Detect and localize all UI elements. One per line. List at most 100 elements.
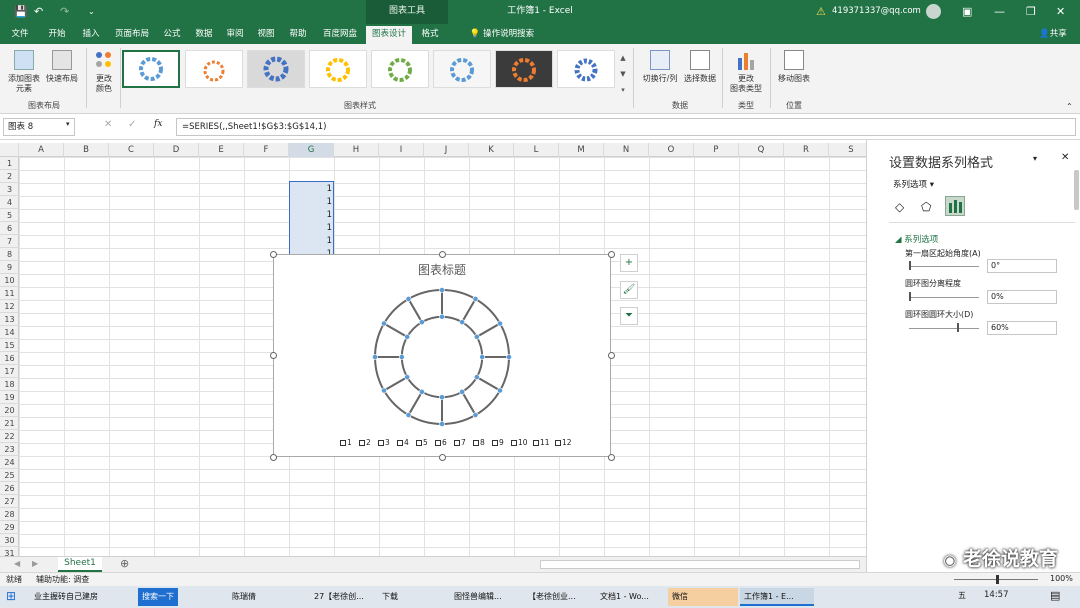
quick-layout-icon[interactable] — [52, 50, 72, 70]
selection-point-outer-12[interactable] — [405, 296, 412, 302]
selection-point-inner-10[interactable] — [398, 354, 405, 360]
cell-g6[interactable]: 1 — [289, 222, 332, 235]
row-header-3[interactable]: 3 — [0, 183, 19, 196]
chart-resize-handle[interactable] — [608, 352, 615, 359]
row-header-26[interactable]: 26 — [0, 482, 19, 495]
selection-point-outer-2[interactable] — [472, 296, 479, 302]
row-header-29[interactable]: 29 — [0, 521, 19, 534]
cell-g4[interactable]: 1 — [289, 196, 332, 209]
quick-layout-button[interactable]: 快速布局 — [40, 74, 84, 84]
row-header-12[interactable]: 12 — [0, 300, 19, 313]
column-header-p[interactable]: P — [694, 143, 739, 157]
tab-review[interactable]: 审阅 — [220, 24, 250, 44]
select-data-button[interactable]: 选择数据 — [680, 74, 720, 84]
selection-point-outer-9[interactable] — [381, 387, 387, 394]
row-header-7[interactable]: 7 — [0, 235, 19, 248]
task-word-1[interactable]: 【老徐创业... — [524, 588, 594, 606]
legend-entry-11[interactable]: 11 — [533, 437, 550, 449]
next-sheet-icon[interactable]: ▶ — [32, 559, 38, 568]
selection-point-outer-5[interactable] — [497, 387, 503, 394]
legend-entry-10[interactable]: 10 — [511, 437, 528, 449]
row-header-10[interactable]: 10 — [0, 274, 19, 287]
task-downloads[interactable]: 下载 — [378, 588, 448, 606]
share-button[interactable]: 👤共享 — [1030, 24, 1076, 44]
chart-resize-handle[interactable] — [608, 454, 615, 461]
start-icon[interactable]: ⊞ — [6, 589, 16, 603]
legend-entry-4[interactable]: 4 — [397, 437, 409, 449]
chart-style-2[interactable] — [185, 50, 243, 88]
ribbon-display-icon[interactable]: ▣ — [962, 5, 972, 19]
name-box[interactable]: 图表 8 — [3, 118, 75, 136]
cancel-icon[interactable]: ✕ — [104, 119, 112, 130]
row-header-28[interactable]: 28 — [0, 508, 19, 521]
column-header-r[interactable]: R — [784, 143, 829, 157]
selection-point-inner-7[interactable] — [439, 394, 445, 401]
task-search[interactable]: 搜索一下 — [138, 588, 178, 606]
selection-point-outer-1[interactable] — [439, 287, 445, 293]
selection-point-inner-8[interactable] — [418, 388, 425, 395]
switch-row-column-button[interactable]: 切换行/列 — [638, 74, 682, 84]
legend-entry-3[interactable]: 3 — [378, 437, 390, 449]
task-excel[interactable]: 工作簿1 - E... — [740, 588, 814, 606]
zoom-level[interactable]: 100% — [1050, 574, 1073, 583]
start-angle-thumb[interactable] — [909, 261, 911, 270]
tab-data[interactable]: 数据 — [188, 24, 220, 44]
task-wechat[interactable]: 微信 — [668, 588, 738, 606]
chart-resize-handle[interactable] — [608, 251, 615, 258]
series-options-dropdown[interactable]: 系列选项 ▾ — [893, 178, 934, 190]
switch-row-column-icon[interactable] — [650, 50, 670, 70]
zoom-slider-thumb[interactable] — [996, 575, 999, 584]
chart-style-1[interactable] — [122, 50, 180, 88]
legend-entry-2[interactable]: 2 — [359, 437, 371, 449]
column-header-e[interactable]: E — [199, 143, 244, 157]
undo-icon[interactable]: ↶ — [34, 5, 43, 19]
chart-style-7[interactable] — [495, 50, 553, 88]
selection-point-inner-1[interactable] — [439, 313, 445, 320]
row-header-27[interactable]: 27 — [0, 495, 19, 508]
column-header-d[interactable]: D — [154, 143, 199, 157]
chart-styles-button[interactable]: 🖌 — [620, 281, 638, 299]
hole-size-input[interactable]: 60% — [987, 321, 1057, 335]
change-chart-type-icon[interactable] — [736, 50, 756, 70]
cell-g3[interactable]: 1 — [289, 183, 332, 196]
legend-entry-9[interactable]: 9 — [492, 437, 504, 449]
column-header-o[interactable]: O — [649, 143, 694, 157]
chart-style-6[interactable] — [433, 50, 491, 88]
pane-options-icon[interactable]: ▾ — [1033, 154, 1037, 163]
column-header-a[interactable]: A — [19, 143, 64, 157]
chart-resize-handle[interactable] — [439, 454, 446, 461]
legend-entry-5[interactable]: 5 — [416, 437, 428, 449]
row-header-31[interactable]: 31 — [0, 547, 19, 556]
redo-icon[interactable]: ↷ — [60, 5, 69, 19]
selection-point-inner-12[interactable] — [418, 319, 425, 326]
chart-style-4[interactable] — [309, 50, 367, 88]
styles-scroll-icon[interactable]: ▲ ▼ ▾ — [618, 50, 628, 100]
enter-icon[interactable]: ✓ — [128, 119, 136, 130]
sheet-tab-sheet1[interactable]: Sheet1 — [58, 557, 102, 572]
move-chart-icon[interactable] — [784, 50, 804, 70]
row-header-5[interactable]: 5 — [0, 209, 19, 222]
tab-file[interactable]: 文件 — [4, 24, 36, 44]
column-header-i[interactable]: I — [379, 143, 424, 157]
palette-icon[interactable] — [94, 50, 114, 70]
column-header-c[interactable]: C — [109, 143, 154, 157]
cell-g5[interactable]: 1 — [289, 209, 332, 222]
row-header-17[interactable]: 17 — [0, 365, 19, 378]
legend-entry-8[interactable]: 8 — [473, 437, 485, 449]
selection-point-outer-11[interactable] — [381, 320, 387, 327]
pane-close-icon[interactable]: ✕ — [1061, 152, 1069, 163]
column-header-m[interactable]: M — [559, 143, 604, 157]
accessibility-status[interactable]: 辅助功能: 调查 — [36, 574, 89, 585]
chart-style-5[interactable] — [371, 50, 429, 88]
row-header-6[interactable]: 6 — [0, 222, 19, 235]
save-icon[interactable]: 💾 — [14, 5, 28, 19]
row-header-2[interactable]: 2 — [0, 170, 19, 183]
selection-point-inner-6[interactable] — [459, 388, 465, 395]
selection-point-outer-7[interactable] — [439, 421, 445, 427]
minimize-icon[interactable]: — — [994, 5, 1005, 19]
row-header-24[interactable]: 24 — [0, 456, 19, 469]
tab-help[interactable]: 帮助 — [282, 24, 314, 44]
row-header-15[interactable]: 15 — [0, 339, 19, 352]
close-icon[interactable]: ✕ — [1056, 5, 1065, 19]
horizontal-scrollbar[interactable] — [540, 560, 860, 569]
